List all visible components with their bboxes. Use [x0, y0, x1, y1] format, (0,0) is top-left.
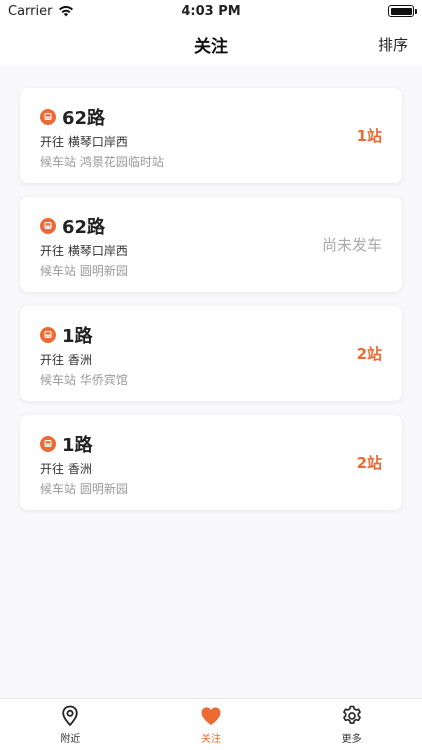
favorite-card[interactable]: 62路 开往 横琴口岸西 候车站 鸿景花园临时站 1站	[20, 88, 402, 183]
bus-icon	[40, 436, 56, 452]
eta-label: 1站	[356, 127, 382, 145]
favorites-list: 62路 开往 横琴口岸西 候车站 鸿景花园临时站 1站 62路 开往 横琴口岸西…	[20, 88, 402, 524]
gear-icon	[342, 705, 361, 724]
waiting-station: 候车站 鸿景花园临时站	[40, 155, 164, 169]
page-title: 关注	[194, 36, 228, 57]
eta-label: 尚未发车	[321, 236, 382, 254]
tab-label: 附近	[60, 734, 81, 745]
route-direction: 开往 香洲	[40, 462, 92, 476]
bus-icon	[40, 109, 56, 125]
app-screen: Carrier 4:03 PM 关注 排序 62路 开往 横琴口岸西 候车站 鸿…	[0, 0, 422, 750]
tab-label: 更多	[341, 734, 362, 745]
battery-icon	[388, 5, 417, 17]
tab-more[interactable]: 更多	[281, 699, 422, 750]
tab-nearby[interactable]: 附近	[0, 699, 141, 750]
sort-button[interactable]: 排序	[378, 22, 408, 66]
battery-fill	[390, 7, 412, 15]
favorite-card[interactable]: 1路 开往 香洲 候车站 圆明新园 2站	[20, 415, 402, 510]
route-row: 1路	[40, 324, 382, 347]
location-pin-icon	[62, 705, 79, 726]
route-row: 1路	[40, 433, 382, 456]
nav-bar: 关注 排序	[0, 22, 422, 66]
eta-label: 2站	[356, 345, 382, 363]
bus-icon	[40, 218, 56, 234]
tab-bar: 附近 关注 更多	[0, 698, 422, 750]
favorite-card[interactable]: 1路 开往 香洲 候车站 华侨宾馆 2站	[20, 306, 402, 401]
heart-icon	[201, 707, 221, 725]
route-direction: 开往 横琴口岸西	[40, 135, 128, 149]
route-name: 62路	[62, 108, 106, 129]
waiting-station: 候车站 圆明新园	[40, 482, 128, 496]
status-left: Carrier	[8, 4, 74, 19]
route-direction: 开往 香洲	[40, 353, 92, 367]
route-name: 1路	[62, 326, 93, 347]
tab-label: 关注	[201, 734, 221, 745]
eta-label: 2站	[356, 454, 382, 472]
route-row: 62路	[40, 106, 382, 129]
wifi-icon	[59, 6, 74, 17]
waiting-station: 候车站 华侨宾馆	[40, 373, 128, 387]
route-name: 62路	[62, 217, 106, 238]
carrier-label: Carrier	[8, 3, 53, 19]
bus-icon	[40, 327, 56, 343]
route-name: 1路	[62, 435, 93, 456]
status-bar: Carrier 4:03 PM	[0, 0, 422, 22]
favorite-card[interactable]: 62路 开往 横琴口岸西 候车站 圆明新园 尚未发车	[20, 197, 402, 292]
tab-favorites[interactable]: 关注	[141, 699, 282, 750]
